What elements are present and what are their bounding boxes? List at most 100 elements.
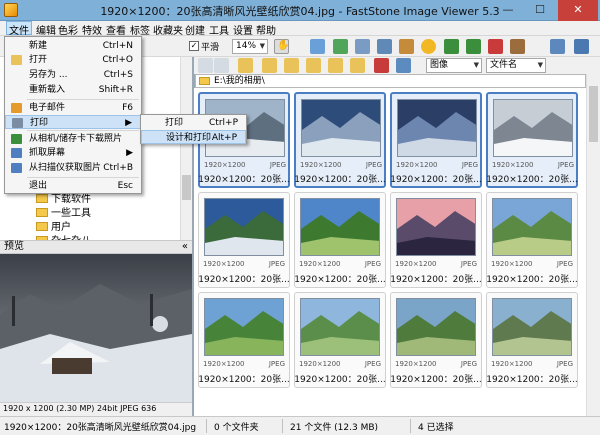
thumbnail-size: 1920×1200 xyxy=(491,260,533,268)
menu-item-label: 另存为 ... xyxy=(29,70,68,80)
address-bar[interactable]: E:\我的相册\ xyxy=(195,74,586,88)
tree-scroll-thumb[interactable] xyxy=(182,175,191,200)
menu-item-shortcut: Shift+R xyxy=(98,85,133,95)
close-button[interactable]: ✕ xyxy=(558,0,598,21)
smooth-checkbox[interactable]: ✓ xyxy=(189,41,199,51)
actual-size-icon[interactable] xyxy=(333,39,348,54)
menu-item-label: 退出 xyxy=(29,181,48,191)
filter-select[interactable]: 图像 ▼ xyxy=(426,58,482,73)
menu-item-shortcut: Alt+P xyxy=(211,133,237,143)
rotate-right-icon[interactable] xyxy=(466,39,481,54)
tools-icon[interactable] xyxy=(574,39,589,54)
thumbnail-size: 1920×1200 xyxy=(300,161,342,169)
sort-value: 文件名 xyxy=(490,60,518,70)
tree-item[interactable]: 用户 xyxy=(36,218,71,233)
thumbnail-format: JPEG xyxy=(460,360,477,368)
thumbnail-format: JPEG xyxy=(556,360,573,368)
thumbnail-size: 1920×1200 xyxy=(396,161,438,169)
menu-tags[interactable]: 标签 xyxy=(130,22,150,37)
slideshow-icon[interactable] xyxy=(377,39,392,54)
fullscreen-icon[interactable] xyxy=(355,39,370,54)
thumbnail-meta: 1920×1200 JPEG xyxy=(299,360,381,368)
view-mode-icon[interactable] xyxy=(550,39,565,54)
red-eye-icon[interactable] xyxy=(488,39,503,54)
folder-icon[interactable] xyxy=(284,58,299,73)
thumbnail-format: JPEG xyxy=(557,161,574,169)
menu-item-open[interactable]: 打开 Ctrl+O xyxy=(5,53,141,67)
menu-item-new[interactable]: 新建 Ctrl+N xyxy=(5,39,141,53)
forward-icon[interactable] xyxy=(214,58,229,73)
zoom-select[interactable]: 14% ▼ xyxy=(232,39,268,54)
menu-view[interactable]: 查看 xyxy=(106,22,126,37)
thumbnail-format: JPEG xyxy=(268,360,285,368)
menu-item-label: 电子邮件 xyxy=(29,103,66,113)
thumbnail-caption: 1920×1200：20张... xyxy=(198,175,290,185)
thumbnail-image xyxy=(396,298,476,356)
menu-item-scanner[interactable]: 从扫描仪获取图片 Ctrl+B xyxy=(5,161,141,175)
folder-up-icon[interactable] xyxy=(238,58,253,73)
thumbnail-meta: 1920×1200 JPEG xyxy=(395,360,477,368)
thumbnail-scroll-thumb[interactable] xyxy=(589,86,598,142)
collapse-icon[interactable]: « xyxy=(182,241,188,253)
thumbnail-caption: 1920×1200：20张... xyxy=(198,375,290,385)
thumbnail-size: 1920×1200 xyxy=(492,161,534,169)
thumbnail-meta: 1920×1200 JPEG xyxy=(203,360,285,368)
preview-image xyxy=(0,254,192,402)
menu-item-shortcut: Ctrl+O xyxy=(102,55,133,65)
thumbnail-image xyxy=(493,99,573,157)
menu-favorites[interactable]: 收藏夹 xyxy=(153,22,183,37)
thumbnail-caption: 1920×1200：20张... xyxy=(390,175,482,185)
printer-icon xyxy=(12,118,23,128)
fit-window-icon[interactable] xyxy=(310,39,325,54)
rotate-left-icon[interactable] xyxy=(444,39,459,54)
menu-item-email[interactable]: 电子邮件 F6 xyxy=(5,101,141,115)
menu-item-camera-download[interactable]: 从相机/储存卡下载照片 xyxy=(5,132,141,146)
menu-tools[interactable]: 工具 xyxy=(209,22,229,37)
compare-icon[interactable] xyxy=(399,39,414,54)
thumbnail-image xyxy=(204,298,284,356)
thumbnail-format: JPEG xyxy=(461,161,478,169)
menu-help[interactable]: 帮助 xyxy=(256,22,276,37)
thumbnail-image xyxy=(300,198,380,256)
favorites-icon[interactable] xyxy=(262,58,277,73)
view-icon[interactable] xyxy=(396,58,411,73)
maximize-button[interactable]: ☐ xyxy=(528,0,552,21)
thumbnail-scrollbar[interactable] xyxy=(586,74,600,416)
menu-effects[interactable]: 特效 xyxy=(82,22,102,37)
menu-file[interactable]: 文件 xyxy=(6,21,32,37)
navigation-bar: 图像 ▼ 文件名 ▼ xyxy=(194,57,600,74)
thumbnail-grid[interactable]: 1920×1200 JPEG 1920×1200：20张... 1920×1200 JP… xyxy=(194,88,586,416)
menu-item-exit[interactable]: 退出 Esc xyxy=(5,179,141,193)
delete-icon[interactable] xyxy=(374,58,389,73)
back-icon[interactable] xyxy=(198,58,213,73)
status-files: 21 个文件 (12.3 MB) xyxy=(290,423,379,433)
thumbnail-size: 1920×1200 xyxy=(299,260,341,268)
submenu-arrow-icon: ▶ xyxy=(125,118,132,128)
menu-item-capture-screen[interactable]: 抓取屏幕 ▶ xyxy=(5,146,141,160)
menu-color[interactable]: 色彩 xyxy=(58,22,78,37)
menu-item-reload[interactable]: 重新载入 Shift+R xyxy=(5,83,141,97)
minimize-button[interactable]: — xyxy=(496,0,520,21)
folder-icon[interactable] xyxy=(306,58,321,73)
tree-item[interactable]: 一些工具 xyxy=(36,204,91,219)
menu-item-print[interactable]: 打印 ▶ xyxy=(5,115,141,129)
menu-item-save-as[interactable]: 另存为 ... Ctrl+S xyxy=(5,68,141,82)
preview-header: 预览 « xyxy=(0,240,192,254)
thumbnail-format: JPEG xyxy=(364,260,381,268)
menu-item-label: 设计和打印 xyxy=(166,133,212,143)
submenu-item-print[interactable]: 打印 Ctrl+P xyxy=(141,116,246,130)
sort-select[interactable]: 文件名 ▼ xyxy=(486,58,546,73)
hand-tool-icon[interactable]: ✋ xyxy=(274,39,289,54)
new-folder-icon[interactable] xyxy=(350,58,365,73)
folder-icon xyxy=(36,222,48,231)
open-icon xyxy=(11,55,22,65)
tree-scrollbar[interactable] xyxy=(180,57,192,240)
menu-settings[interactable]: 设置 xyxy=(233,22,253,37)
menu-edit[interactable]: 编辑 xyxy=(36,22,56,37)
light-icon[interactable] xyxy=(421,39,436,54)
crop-icon[interactable] xyxy=(510,39,525,54)
status-bar: 1920×1200：20张高清晰风光壁纸欣赏04.jpg 0 个文件夹 21 个… xyxy=(0,416,600,435)
folder-icon[interactable] xyxy=(328,58,343,73)
menu-create[interactable]: 创建 xyxy=(185,22,205,37)
submenu-item-design-print[interactable]: 设计和打印 Alt+P xyxy=(141,130,246,144)
